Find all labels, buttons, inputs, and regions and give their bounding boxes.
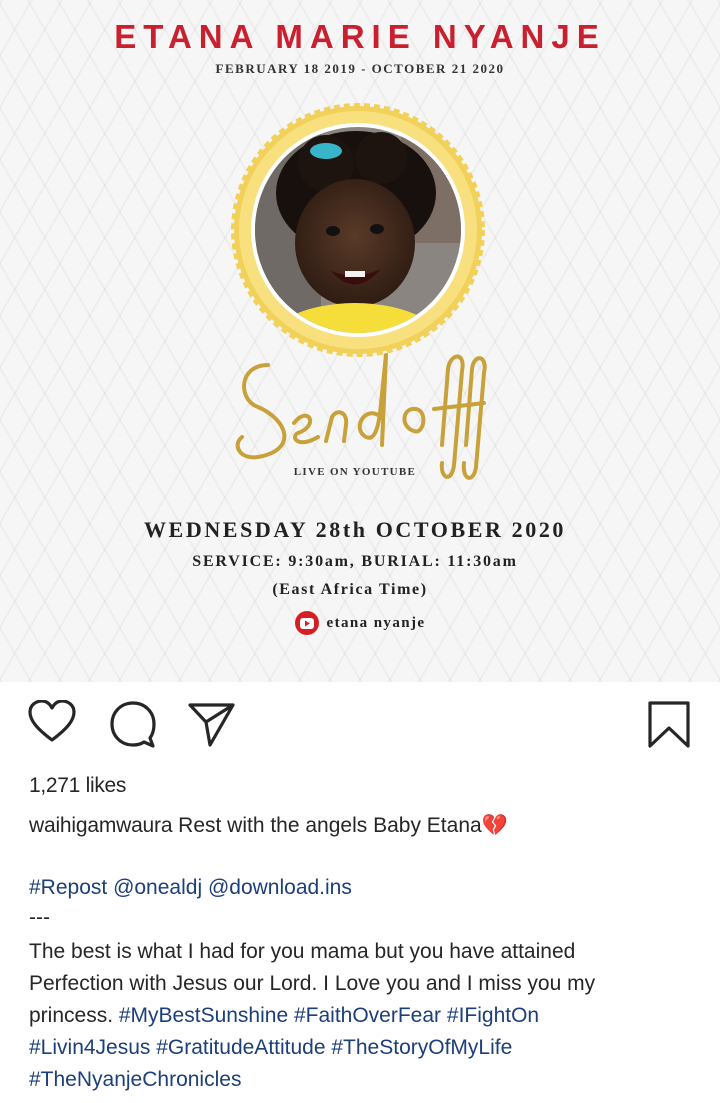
hashtag-link[interactable]: #Repost <box>29 876 107 899</box>
hashtag-link[interactable]: #MyBestSunshine <box>119 1004 288 1027</box>
like-count[interactable]: 1,271 likes <box>29 774 126 798</box>
hashtag-link[interactable]: #FaithOverFear <box>294 1004 441 1027</box>
caption-body-line: The best is what I had for you mama but … <box>29 940 576 963</box>
hashtag-link[interactable]: #TheStoryOfMyLife <box>331 1036 512 1059</box>
timezone: (East Africa Time) <box>272 581 428 598</box>
hashtag-line: #TheNyanjeChronicles <box>29 1064 669 1096</box>
caption-text: princess. <box>29 1004 114 1027</box>
heart-icon[interactable] <box>28 699 76 748</box>
caption-text: Rest with the angels Baby Etana💔 <box>178 814 508 837</box>
youtube-icon <box>294 611 319 635</box>
caption-body-line: princess. #MyBestSunshine #FaithOverFear… <box>29 1000 669 1032</box>
bookmark-icon[interactable] <box>647 700 691 754</box>
caption-body-line: Perfection with Jesus our Lord. I Love y… <box>29 972 596 995</box>
repost-line: #Repost @onealdj @download.ins <box>29 872 669 904</box>
mention-link[interactable]: @onealdj <box>113 876 202 899</box>
username-link[interactable]: waihigamwaura <box>29 814 173 837</box>
caption-header: waihigamwaura Rest with the angels Baby … <box>29 810 689 842</box>
send-icon[interactable] <box>188 700 236 752</box>
memorial-dates: FEBRUARY 18 2019 - OCTOBER 21 2020 <box>215 61 505 76</box>
service-times: SERVICE: 9:30am, BURIAL: 11:30am <box>192 553 518 570</box>
post-actions <box>0 699 720 754</box>
comment-icon[interactable] <box>109 700 157 752</box>
youtube-row: etana nyanje <box>0 611 720 635</box>
hashtag-link[interactable]: #GratitudeAttitude <box>156 1036 325 1059</box>
event-date: WEDNESDAY 28th OCTOBER 2020 <box>143 517 567 542</box>
live-label: LIVE ON YOUTUBE <box>293 466 417 478</box>
memorial-name: ETANA MARIE NYANJE <box>114 18 606 55</box>
portrait-photo <box>231 103 485 357</box>
hashtag-link[interactable]: #Livin4Jesus <box>29 1036 150 1059</box>
mention-link[interactable]: @download.ins <box>208 876 352 899</box>
separator-text: --- <box>29 906 50 929</box>
youtube-handle: etana nyanje <box>326 614 426 631</box>
hashtag-link[interactable]: #IFightOn <box>447 1004 539 1027</box>
post-image[interactable]: ETANA MARIE NYANJE FEBRUARY 18 2019 - OC… <box>0 0 720 682</box>
hashtag-line: #Livin4Jesus #GratitudeAttitude #TheStor… <box>29 1032 669 1064</box>
hashtag-link[interactable]: #TheNyanjeChronicles <box>29 1068 241 1091</box>
